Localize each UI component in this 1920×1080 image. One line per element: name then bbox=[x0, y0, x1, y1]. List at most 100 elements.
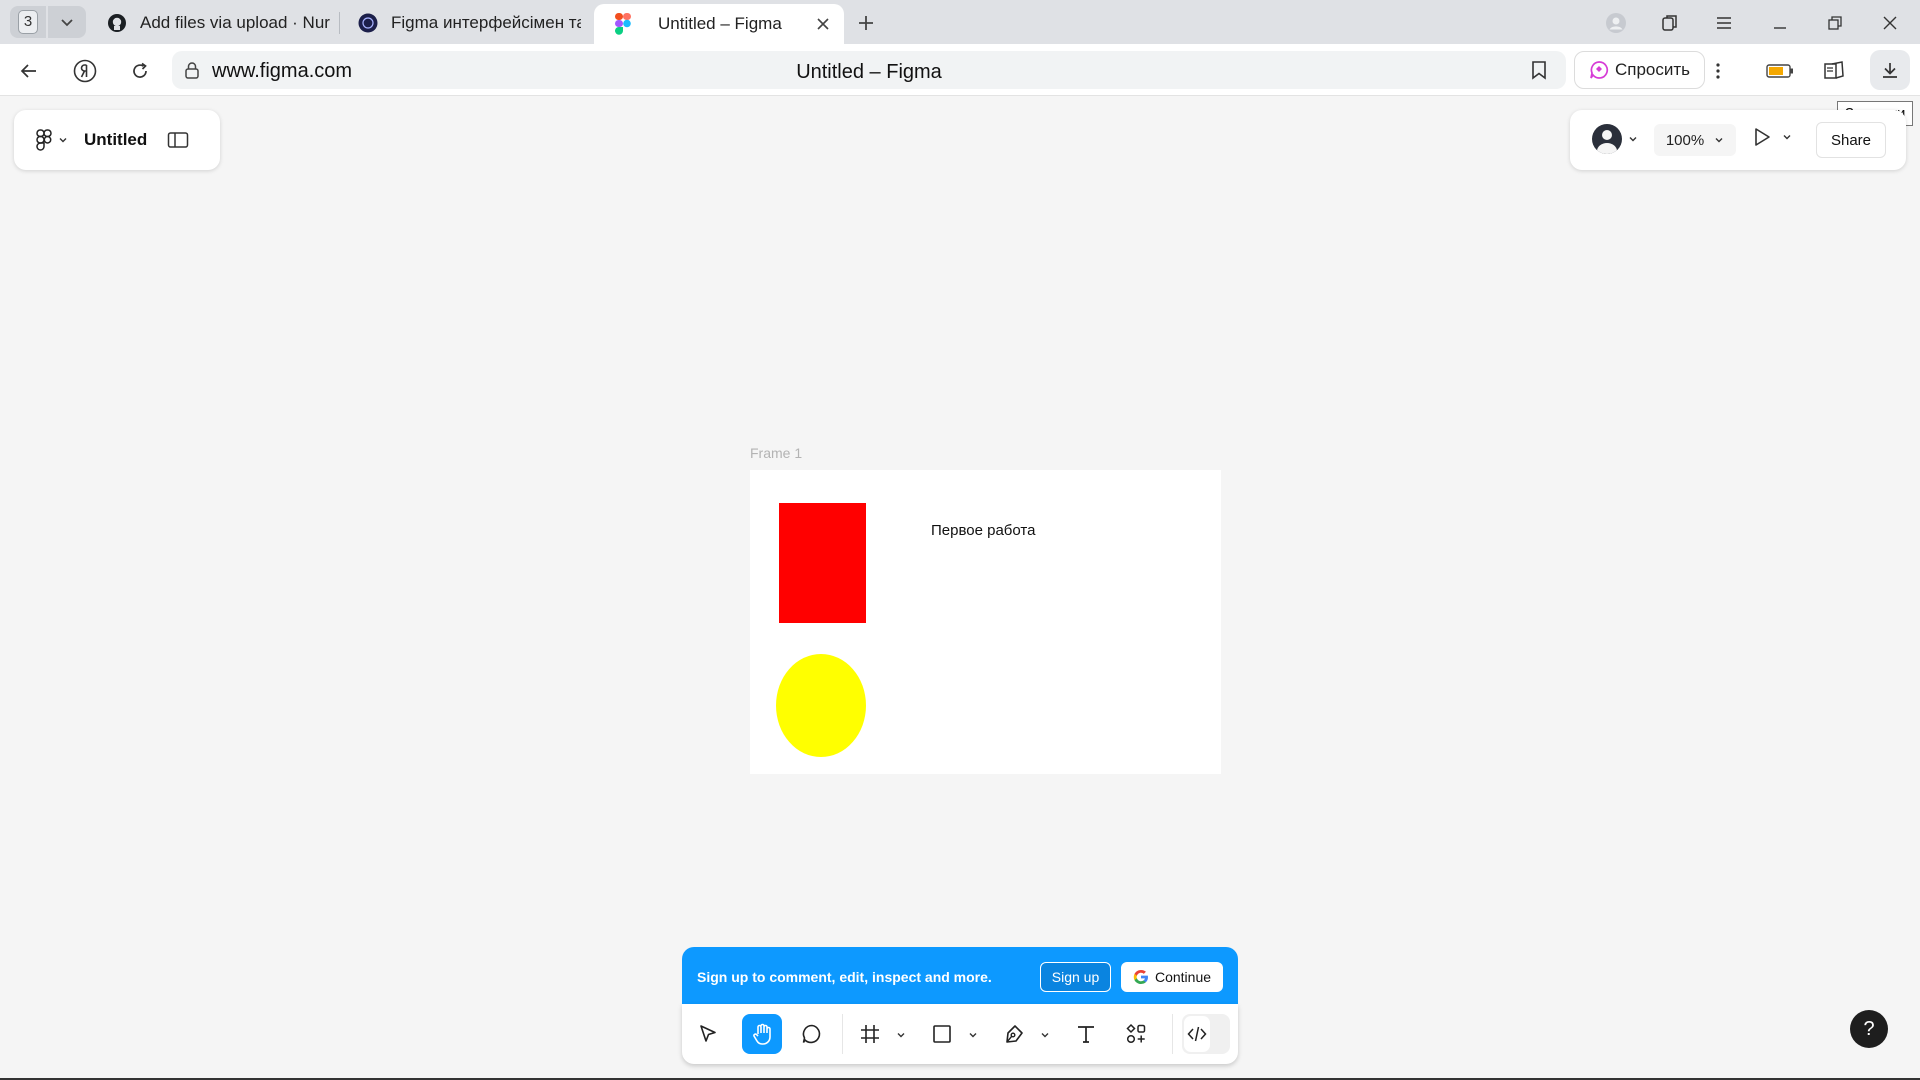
resources-tool[interactable] bbox=[1118, 1014, 1154, 1054]
ask-label: Спросить bbox=[1615, 60, 1691, 79]
github-icon bbox=[106, 12, 128, 34]
tab-list-button[interactable] bbox=[48, 6, 86, 38]
toolbar-divider bbox=[842, 1014, 843, 1054]
ask-alice-button[interactable]: Спросить bbox=[1574, 51, 1706, 89]
close-icon bbox=[1883, 16, 1897, 30]
close-tab-icon[interactable] bbox=[814, 15, 832, 33]
hamburger-icon bbox=[1717, 17, 1731, 29]
toolbar-divider bbox=[1172, 1014, 1173, 1054]
user-menu-button[interactable] bbox=[1592, 124, 1638, 154]
download-icon bbox=[1883, 63, 1897, 78]
restore-icon bbox=[1828, 16, 1842, 30]
new-tab-button[interactable] bbox=[852, 9, 880, 37]
yandex-button[interactable] bbox=[68, 54, 102, 88]
code-icon bbox=[1187, 1026, 1207, 1042]
frame-tool[interactable] bbox=[852, 1014, 888, 1054]
chevron-down-icon[interactable] bbox=[1040, 1030, 1050, 1040]
canvas-frame[interactable]: Первое работа bbox=[750, 470, 1221, 774]
rectangle-icon bbox=[933, 1025, 951, 1043]
chevron-down-icon bbox=[59, 138, 67, 143]
plus-icon bbox=[859, 16, 873, 30]
profile-icon bbox=[1606, 13, 1626, 33]
chevron-down-icon bbox=[1783, 135, 1791, 140]
continue-label: Continue bbox=[1154, 969, 1212, 985]
collections-icon bbox=[1662, 15, 1677, 31]
battery-extension-button[interactable] bbox=[1762, 54, 1798, 88]
tab-figma-guide[interactable]: Figma интерфейсімен таны bbox=[357, 6, 581, 40]
pen-icon bbox=[1006, 1025, 1023, 1043]
present-button[interactable] bbox=[1752, 126, 1792, 148]
omnibox[interactable]: www.figma.com Untitled – Figma bbox=[172, 51, 1566, 89]
tab-title: Figma интерфейсімен таны bbox=[391, 13, 581, 32]
tab-count-button[interactable]: 3 bbox=[10, 6, 46, 38]
play-icon bbox=[1755, 128, 1770, 146]
main-menu-button[interactable] bbox=[36, 125, 68, 155]
toggle-sidebar-button[interactable] bbox=[167, 131, 189, 149]
collections-button[interactable] bbox=[1652, 8, 1688, 38]
hand-icon bbox=[753, 1023, 771, 1045]
dev-mode-knob bbox=[1184, 1016, 1210, 1052]
frame-icon bbox=[861, 1025, 879, 1043]
comment-icon bbox=[802, 1024, 821, 1044]
close-window-button[interactable] bbox=[1872, 8, 1908, 38]
zoom-dropdown[interactable]: 100% bbox=[1654, 124, 1736, 156]
alice-chat-icon bbox=[1590, 61, 1609, 79]
continue-with-google-button[interactable]: Continue bbox=[1121, 962, 1223, 992]
profile-button[interactable] bbox=[1598, 8, 1634, 38]
bottom-toolbar bbox=[682, 1004, 1238, 1064]
chevron-down-icon[interactable] bbox=[896, 1030, 906, 1040]
arrow-left-icon bbox=[20, 64, 36, 78]
tab-untitled-figma[interactable]: Untitled – Figma bbox=[594, 4, 844, 44]
chevron-down-icon bbox=[61, 19, 73, 27]
cursor-icon bbox=[700, 1025, 716, 1042]
menu-button[interactable] bbox=[1706, 8, 1742, 38]
bookmark-icon[interactable] bbox=[1530, 60, 1548, 80]
hand-tool[interactable] bbox=[742, 1014, 782, 1054]
battery-icon bbox=[1766, 64, 1793, 78]
downloads-button[interactable] bbox=[1870, 50, 1910, 90]
reader-extension-button[interactable] bbox=[1816, 54, 1852, 88]
sidebar-icon bbox=[168, 132, 189, 148]
chevron-down-icon bbox=[1629, 137, 1637, 142]
pen-tool[interactable] bbox=[996, 1014, 1032, 1054]
text-tool[interactable] bbox=[1068, 1014, 1104, 1054]
reload-icon bbox=[133, 62, 147, 78]
google-icon bbox=[1133, 970, 1148, 984]
file-name[interactable]: Untitled bbox=[84, 130, 147, 150]
shape-tool[interactable] bbox=[924, 1014, 960, 1054]
tab-github[interactable]: Add files via upload · Nurza bbox=[106, 6, 330, 40]
red-rectangle[interactable] bbox=[779, 503, 866, 623]
site-icon bbox=[357, 12, 379, 34]
page-title: Untitled – Figma bbox=[796, 61, 942, 83]
minimize-icon bbox=[1774, 27, 1786, 29]
more-button[interactable] bbox=[1706, 54, 1730, 88]
yandex-icon bbox=[73, 59, 97, 83]
restore-button[interactable] bbox=[1817, 8, 1853, 38]
reload-button[interactable] bbox=[123, 54, 157, 88]
kebab-icon bbox=[1716, 63, 1720, 79]
chevron-down-icon[interactable] bbox=[968, 1030, 978, 1040]
figma-icon bbox=[612, 13, 634, 35]
back-button[interactable] bbox=[12, 54, 46, 88]
minimize-button[interactable] bbox=[1762, 8, 1798, 38]
comment-tool[interactable] bbox=[794, 1014, 830, 1054]
tab-title: Add files via upload · Nurza bbox=[140, 13, 330, 32]
file-panel: Untitled bbox=[14, 110, 220, 170]
figma-logo-icon bbox=[36, 129, 52, 151]
avatar bbox=[1592, 124, 1622, 154]
share-button[interactable]: Share bbox=[1816, 122, 1886, 158]
address-bar: www.figma.com Untitled – Figma Спросить bbox=[0, 44, 1920, 96]
sign-up-button[interactable]: Sign up bbox=[1040, 962, 1111, 992]
resources-icon bbox=[1126, 1023, 1146, 1044]
frame-text-layer[interactable]: Первое работа bbox=[931, 522, 1035, 539]
move-tool[interactable] bbox=[690, 1014, 726, 1054]
help-button[interactable]: ? bbox=[1850, 1010, 1888, 1048]
text-icon bbox=[1078, 1026, 1094, 1043]
tab-title: Untitled – Figma bbox=[658, 14, 782, 33]
header-right-panel: 100% Share bbox=[1570, 110, 1906, 170]
dev-mode-toggle[interactable] bbox=[1182, 1014, 1230, 1054]
frame-label[interactable]: Frame 1 bbox=[750, 445, 802, 461]
yellow-ellipse[interactable] bbox=[776, 654, 866, 757]
reader-icon bbox=[1824, 61, 1844, 79]
signup-banner: Sign up to comment, edit, inspect and mo… bbox=[682, 947, 1238, 1007]
